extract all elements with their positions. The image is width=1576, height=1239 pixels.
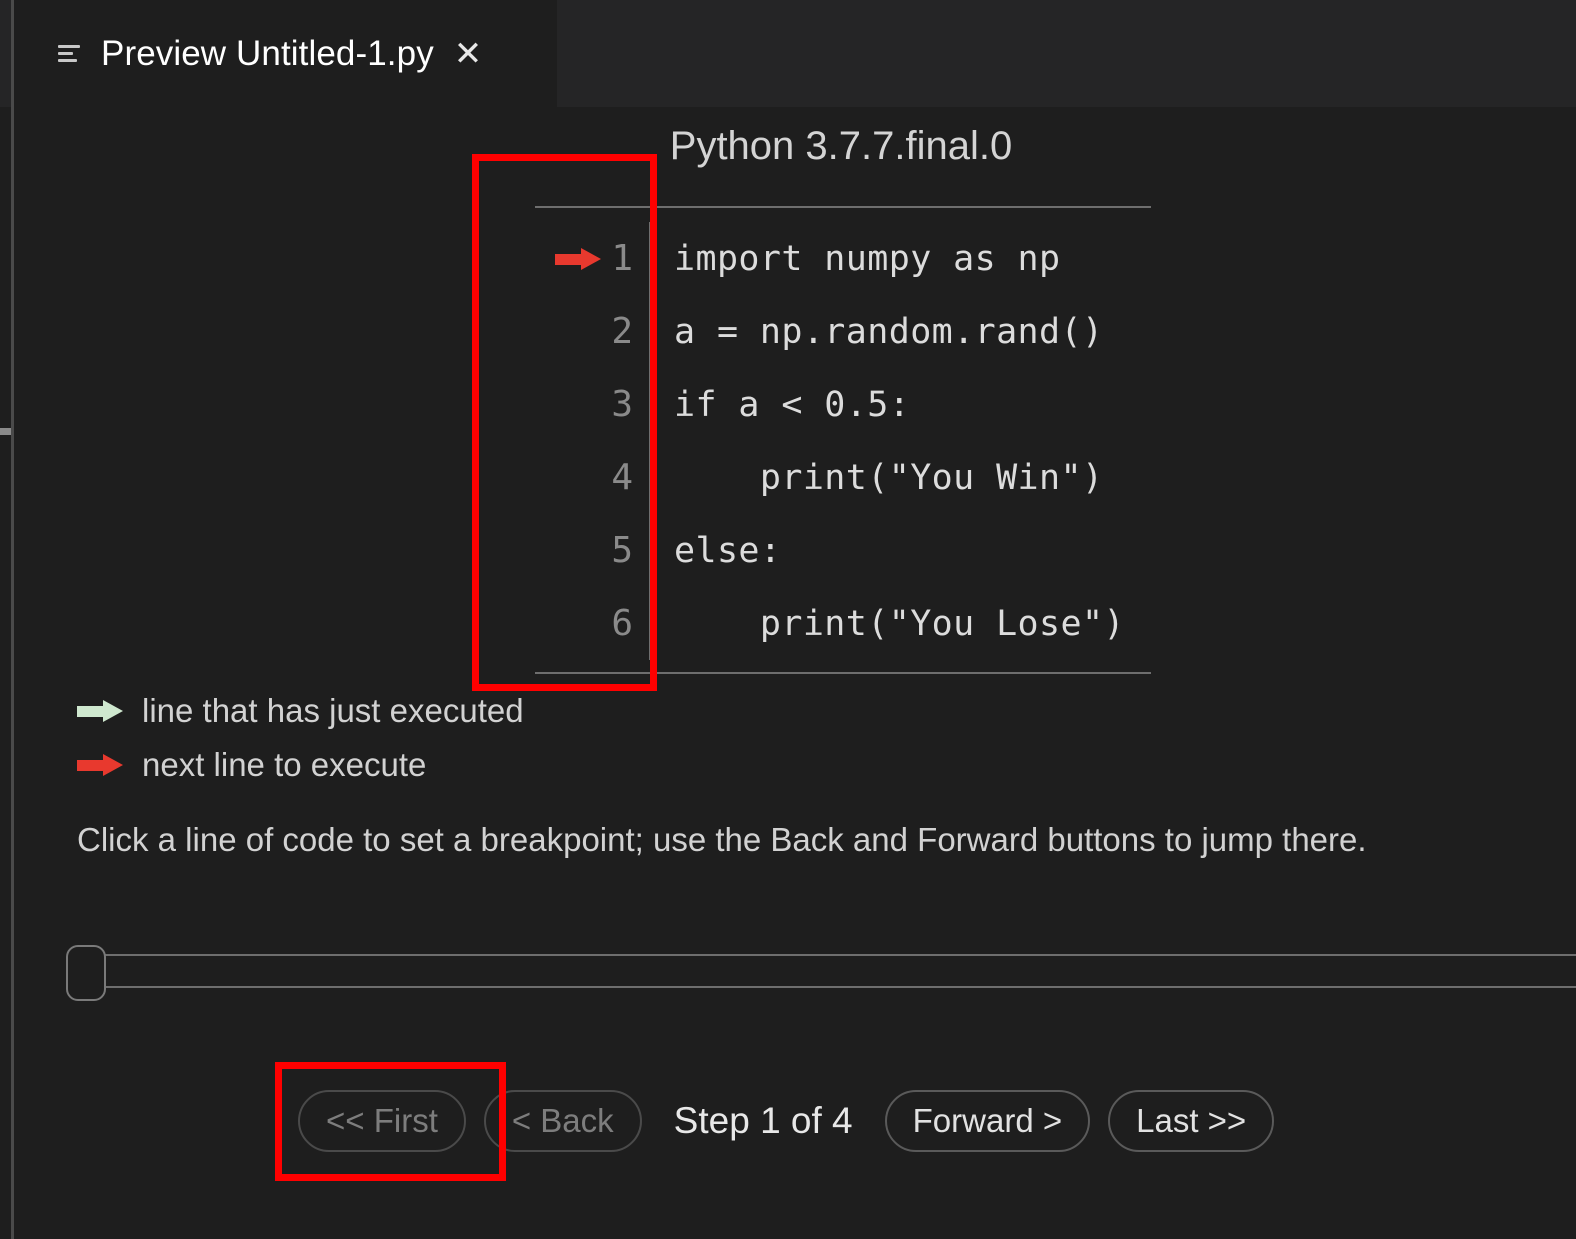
instruction-text: Click a line of code to set a breakpoint… bbox=[77, 821, 1367, 858]
legend: line that has just executed next line to… bbox=[77, 684, 524, 792]
code-line-4[interactable]: 4 print("You Win") bbox=[535, 441, 1151, 514]
code-text: else: bbox=[674, 530, 782, 571]
code-bottom-rule bbox=[535, 672, 1151, 674]
step-slider-thumb[interactable] bbox=[66, 945, 106, 1001]
tab-title: Preview Untitled-1.py bbox=[101, 33, 434, 73]
line-number: 4 bbox=[611, 457, 633, 498]
editor-left-strip-top bbox=[0, 0, 11, 107]
python-version-label: Python 3.7.7.final.0 bbox=[669, 124, 1013, 168]
forward-button[interactable]: Forward > bbox=[884, 1090, 1091, 1152]
first-button[interactable]: << First bbox=[298, 1090, 466, 1152]
step-slider[interactable] bbox=[66, 945, 1576, 1001]
step-counter: Step 1 of 4 bbox=[673, 1099, 853, 1141]
code-line-3[interactable]: 3 if a < 0.5: bbox=[535, 368, 1151, 441]
tab-bar: Preview Untitled-1.py ✕ bbox=[14, 0, 1576, 107]
step-slider-track[interactable] bbox=[86, 954, 1576, 988]
legend-row-executed: line that has just executed bbox=[77, 684, 524, 738]
code-rows: 1 import numpy as np 2 a = np.random.ran… bbox=[535, 208, 1151, 672]
line-number: 1 bbox=[611, 238, 633, 279]
code-text: a = np.random.rand() bbox=[674, 311, 1104, 352]
code-text: import numpy as np bbox=[674, 238, 1061, 279]
code-line-2[interactable]: 2 a = np.random.rand() bbox=[535, 295, 1151, 368]
tab-preview-untitled-1-py[interactable]: Preview Untitled-1.py ✕ bbox=[14, 0, 557, 107]
red-arrow-icon bbox=[77, 754, 129, 776]
legend-label-executed: line that has just executed bbox=[142, 692, 524, 729]
step-navigation: << First < Back Step 1 of 4 Forward > La… bbox=[298, 1090, 1275, 1152]
code-line-1[interactable]: 1 import numpy as np bbox=[535, 222, 1151, 295]
red-arrow-icon bbox=[535, 247, 607, 270]
green-arrow-icon bbox=[77, 700, 129, 722]
code-line-5[interactable]: 5 else: bbox=[535, 514, 1151, 587]
line-number: 2 bbox=[611, 311, 633, 352]
line-number: 6 bbox=[611, 603, 633, 644]
legend-label-next: next line to execute bbox=[142, 746, 427, 783]
close-icon[interactable]: ✕ bbox=[454, 37, 483, 71]
last-button[interactable]: Last >> bbox=[1108, 1090, 1275, 1152]
line-number: 5 bbox=[611, 530, 633, 571]
code-listing: 1 import numpy as np 2 a = np.random.ran… bbox=[535, 206, 1151, 674]
code-text: if a < 0.5: bbox=[674, 384, 911, 425]
back-button[interactable]: < Back bbox=[483, 1090, 642, 1152]
legend-row-next: next line to execute bbox=[77, 738, 524, 792]
line-number: 3 bbox=[611, 384, 633, 425]
code-text: print("You Lose") bbox=[674, 603, 1125, 644]
editor-left-marker bbox=[0, 428, 11, 435]
code-text: print("You Win") bbox=[674, 457, 1104, 498]
code-line-6[interactable]: 6 print("You Lose") bbox=[535, 587, 1151, 660]
list-lines-icon bbox=[58, 41, 84, 67]
editor-left-strip bbox=[0, 0, 11, 1239]
